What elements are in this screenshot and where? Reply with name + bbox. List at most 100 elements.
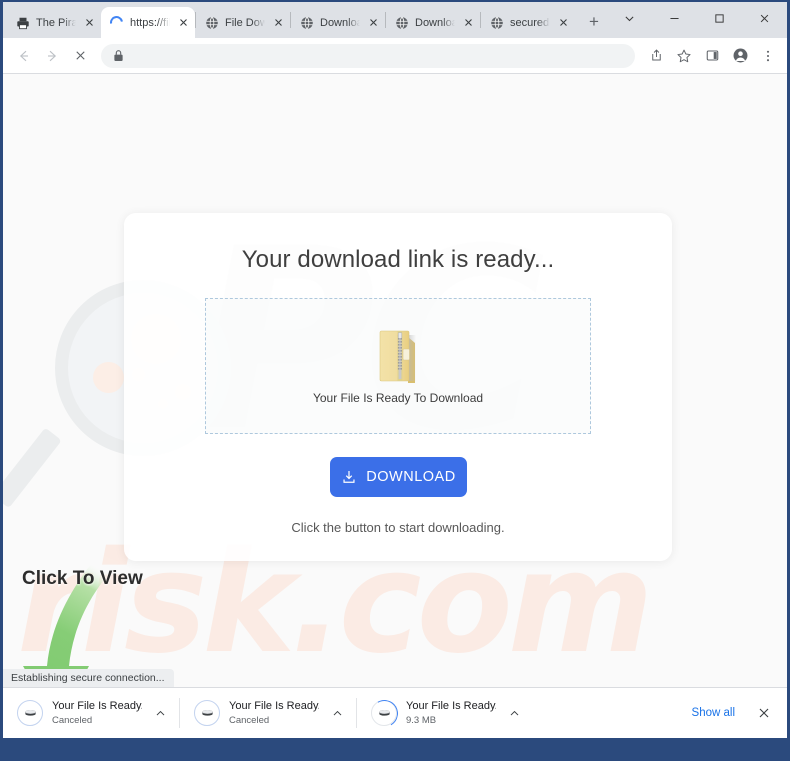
close-icon [464,19,472,26]
tab-2[interactable]: File Downlo [196,7,290,38]
download-progress-ring [371,700,397,726]
tab-search-button[interactable] [607,2,652,35]
vhd-file-icon [24,709,36,716]
download-button-label: DOWNLOAD [366,469,456,485]
download-shelf: Your File Is Ready....vhdCanceledYour Fi… [3,687,787,738]
zip-folder-icon [379,330,416,383]
globe-icon [301,16,313,29]
download-item-menu-button[interactable] [328,704,346,722]
tab-close-button[interactable] [176,16,190,30]
globe-icon [205,16,219,30]
tab-close-button[interactable] [366,16,380,30]
globe-icon [396,16,408,29]
page-title: Your download link is ready... [241,246,555,273]
new-tab-button[interactable]: + [581,9,607,35]
click-to-view-label: Click To View [22,568,143,589]
tab-0[interactable]: The Pirate [7,7,101,38]
download-item[interactable]: Your File Is Ready....vhd Canceled [180,688,356,739]
browser-toolbar [3,38,787,74]
close-icon [759,708,769,718]
download-status: Canceled [229,714,270,726]
loading-spinner-icon [107,12,126,32]
status-text: Establishing secure connection... [11,672,165,684]
minimize-button[interactable] [652,2,697,35]
back-button[interactable] [11,43,37,69]
download-status: 9.3 MB [406,714,437,726]
status-bubble: Establishing secure connection... [3,669,174,687]
tab-4[interactable]: Download [386,7,480,38]
germ-dot [93,362,124,393]
close-icon [85,19,93,26]
download-item[interactable]: Your File Is Ready....vhd Canceled [3,688,179,739]
globe-icon [300,16,314,30]
star-icon [677,49,691,62]
download-item-menu-button[interactable] [151,704,169,722]
tab-5[interactable]: securedo [481,7,575,38]
side-panel-button[interactable] [699,43,725,69]
close-icon [760,14,769,23]
globe-icon [206,16,218,29]
tab-close-button[interactable] [556,16,570,30]
window-controls [607,2,787,35]
tab-3[interactable]: Download [291,7,385,38]
tab-title: https://file [130,16,170,29]
download-progress-ring [17,700,43,726]
download-item-menu-button[interactable] [505,704,523,722]
browser-menu-button[interactable] [755,43,781,69]
arrow-right-icon [48,50,57,61]
printer-icon [17,17,29,29]
close-icon [559,19,567,26]
browser-window: The Pirate https://file File Downlo Downloa… [0,0,790,761]
dropzone-label: Your File Is Ready To Download [312,391,484,405]
side-panel-icon [706,50,718,61]
tab-title: securedo [510,16,550,29]
tab-title: Download [415,16,455,29]
chevron-up-icon [333,710,341,715]
lock-icon [114,50,123,61]
arrow-left-icon [19,50,28,61]
loading-spinner-icon [107,12,126,32]
download-item-text: Your File Is Ready....vhd Canceled [52,699,142,728]
globe-icon [490,16,504,30]
new-tab-label: + [589,12,599,31]
download-item-text: Your File Is Ready....vhd Canceled [229,699,319,728]
download-button[interactable]: DOWNLOAD [330,457,467,497]
close-window-button[interactable] [742,2,787,35]
chevron-up-icon [510,710,518,715]
minimize-icon [670,18,679,19]
tab-active[interactable]: https://file [101,7,195,38]
profile-avatar-icon [733,48,747,63]
tab-close-button[interactable] [82,16,96,30]
download-progress-ring [194,700,220,726]
maximize-button[interactable] [697,2,742,35]
download-item[interactable]: Your File Is Ready....vhd 9.3 MB [357,688,533,739]
show-all-downloads-button[interactable]: Show all [680,701,747,725]
tab-title: Download [320,16,360,29]
download-file-name: Your File Is Ready....vhd [406,699,496,712]
download-card: Your download link is ready... Your File… [124,213,672,561]
tab-close-button[interactable] [461,16,475,30]
chevron-down-icon [625,16,634,22]
tab-close-button[interactable] [271,16,285,30]
globe-icon [491,16,503,29]
three-dot-menu-icon [766,50,770,61]
share-button[interactable] [643,43,669,69]
close-icon [179,19,187,26]
printer-icon [16,16,30,30]
tab-strip: The Pirate https://file File Downlo Downloa… [3,2,787,38]
address-bar[interactable] [101,43,635,68]
vhd-file-icon [378,709,390,716]
vhd-file-icon [201,709,213,716]
magnifier-handle-icon [3,427,62,509]
tab-title: File Downlo [225,16,265,29]
forward-button[interactable] [39,43,65,69]
profile-button[interactable] [727,43,753,69]
bookmark-button[interactable] [671,43,697,69]
file-dropzone: Your File Is Ready To Download [205,298,591,434]
stop-loading-button[interactable] [67,43,93,69]
globe-icon [395,16,409,30]
maximize-icon [715,14,724,23]
close-shelf-button[interactable] [751,700,777,726]
download-status: Canceled [52,714,93,726]
download-tray-icon [343,471,355,483]
